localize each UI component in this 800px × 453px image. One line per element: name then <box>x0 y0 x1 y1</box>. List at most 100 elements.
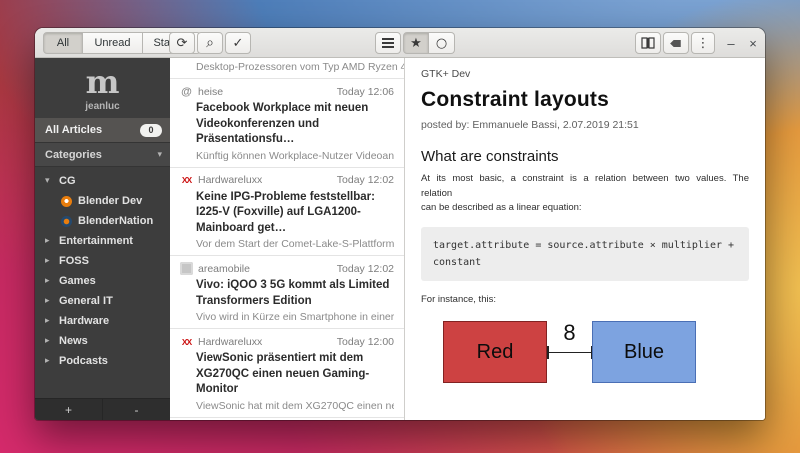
category-label: Hardware <box>59 315 110 327</box>
sidebar-item-podcasts[interactable]: Podcasts <box>35 351 170 371</box>
spacing-value: 8 <box>563 320 576 346</box>
article-page-title: Constraint layouts <box>421 88 609 111</box>
tag-button[interactable] <box>663 32 689 54</box>
sidebar-item-blender-dev[interactable]: Blender Dev <box>35 191 170 211</box>
minimize-button[interactable]: – <box>721 32 741 54</box>
filter-all-button[interactable]: All <box>43 32 83 54</box>
book-icon <box>641 37 655 49</box>
list-item[interactable]: XX Hardwareluxx Today 12:00 ViewSonic pr… <box>170 329 404 418</box>
sidebar-item-general-it[interactable]: General IT <box>35 291 170 311</box>
list-item-partial-top[interactable]: Desktop-Prozessoren vom Typ AMD Ryzen 40… <box>170 58 404 79</box>
sidebar: m jeanluc All Articles 0 Categories CG B… <box>35 58 170 420</box>
all-articles-label: All Articles <box>45 124 103 136</box>
hardwareluxx-feed-icon: XX <box>181 175 192 186</box>
spacing-dimension: 8 <box>547 320 592 383</box>
article-state-group: ★ ○ <box>403 32 455 54</box>
feed-name: areamobile <box>198 262 250 275</box>
service-logo: m <box>85 63 120 101</box>
reading-pane: GTK+ Dev Constraint layouts posted by: E… <box>405 58 765 420</box>
menu-lines-icon <box>382 38 394 48</box>
blender-feed-icon <box>61 195 72 207</box>
paragraph-line: can be described as a linear equation: <box>421 202 582 214</box>
section-heading: What are constraints <box>421 148 559 165</box>
close-button[interactable]: × <box>743 32 763 54</box>
list-item[interactable]: @ heise Today 12:06 Facebook Workplace m… <box>170 79 404 168</box>
check-icon: ✓ <box>232 35 244 51</box>
sidebar-item-hardware[interactable]: Hardware <box>35 311 170 331</box>
list-menu-button[interactable] <box>375 32 401 54</box>
sidebar-item-foss[interactable]: FOSS <box>35 251 170 271</box>
star-toggle-button[interactable]: ★ <box>403 32 429 54</box>
search-icon: ⌕ <box>206 35 214 51</box>
article-summary: ViewSonic hat mit dem XG270QC einen neue… <box>196 399 394 412</box>
sidebar-item-entertainment[interactable]: Entertainment <box>35 231 170 251</box>
chevron-down-icon <box>45 176 53 186</box>
sidebar-item-games[interactable]: Games <box>35 271 170 291</box>
add-feed-button[interactable]: + <box>35 399 103 420</box>
sidebar-item-cg[interactable]: CG <box>35 171 170 191</box>
feed-label: BlenderNation <box>78 215 154 227</box>
chevron-right-icon <box>45 336 53 346</box>
close-icon: × <box>749 35 757 51</box>
list-item[interactable]: XX Hardwareluxx Today 12:02 Keine IPG-Pr… <box>170 168 404 257</box>
dimension-cap-left <box>547 346 549 360</box>
code-block: target.attribute = source.attribute × mu… <box>421 227 749 282</box>
chevron-down-icon <box>157 150 162 160</box>
mark-read-button[interactable]: ✓ <box>225 32 251 54</box>
sidebar-item-blendernation[interactable]: BlenderNation <box>35 211 170 231</box>
account-name: jeanluc <box>85 101 120 112</box>
menu-button[interactable]: ⋮ <box>691 32 715 54</box>
search-button[interactable]: ⌕ <box>197 32 223 54</box>
hardwareluxx-feed-icon: XX <box>181 336 192 347</box>
unread-count-badge: 0 <box>140 123 162 137</box>
sidebar-item-all-articles[interactable]: All Articles 0 <box>35 118 170 142</box>
article-list: Desktop-Prozessoren vom Typ AMD Ryzen 40… <box>170 58 405 420</box>
list-item[interactable]: Golem.de Today 12:00 Maneater im Test: B… <box>170 418 404 420</box>
filter-unread-button[interactable]: Unread <box>83 32 143 54</box>
category-label: General IT <box>59 295 113 307</box>
timestamp: Today 12:00 <box>336 335 394 348</box>
paragraph-line: relation <box>421 187 453 199</box>
circle-icon: ○ <box>435 35 448 51</box>
timestamp: Today 12:02 <box>336 262 394 275</box>
category-label: FOSS <box>59 255 89 267</box>
feed-tree: CG Blender Dev BlenderNation Entertainme… <box>35 167 170 371</box>
blue-box: Blue <box>592 321 696 384</box>
article-paragraph: For instance, this: <box>421 294 496 306</box>
sidebar-item-news[interactable]: News <box>35 331 170 351</box>
areamobile-feed-icon <box>180 262 193 276</box>
chevron-right-icon <box>45 276 53 286</box>
more-vertical-icon: ⋮ <box>696 35 710 51</box>
article-paragraph: At its most basic, a constraint is a rel… <box>421 172 749 216</box>
category-label: CG <box>59 175 76 187</box>
reader-mode-button[interactable] <box>635 32 661 54</box>
article-summary: Vor dem Start der Comet-Lake-S-Plattform… <box>196 238 394 251</box>
article-title: ViewSonic präsentiert mit dem XG270QC ei… <box>196 352 370 396</box>
star-icon: ★ <box>410 35 422 51</box>
constraint-diagram: Red 8 Blue <box>443 320 749 384</box>
article-summary: Vivo wird in Kürze ein Smartphone in ein… <box>196 311 394 324</box>
unread-toggle-button[interactable]: ○ <box>429 32 455 54</box>
refresh-icon: ⟳ <box>176 35 188 51</box>
article-byline: posted by: Emmanuele Bassi, 2.07.2019 21… <box>421 119 639 131</box>
list-item[interactable]: areamobile Today 12:02 Vivo: iQOO 3 5G k… <box>170 256 404 330</box>
category-label: Entertainment <box>59 235 133 247</box>
article-feed-label: GTK+ Dev <box>421 68 471 80</box>
timestamp: Today 12:06 <box>336 85 394 98</box>
article-summary: Künftig können Workplace-Nutzer Videoanr… <box>196 149 394 162</box>
headerbar: All Unread Starred ⟳ ⌕ ✓ ★ ○ <box>35 28 765 58</box>
account-block: m jeanluc <box>35 58 170 118</box>
category-label: Games <box>59 275 96 287</box>
article-title: Keine IPG-Probleme feststellbar: I225-V … <box>196 190 375 234</box>
remove-feed-button[interactable]: - <box>103 399 170 420</box>
category-label: News <box>59 335 88 347</box>
refresh-button[interactable]: ⟳ <box>169 32 195 54</box>
paragraph-line: At its most basic, a constraint is a rel… <box>421 173 749 184</box>
red-box: Red <box>443 321 547 384</box>
feed-label: Blender Dev <box>78 195 143 207</box>
sidebar-footer: + - <box>35 398 170 420</box>
chevron-right-icon <box>45 356 53 366</box>
heise-feed-icon: @ <box>181 85 192 98</box>
article-title: Vivo: iQOO 3 5G kommt als Limited Transf… <box>196 279 390 307</box>
categories-header[interactable]: Categories <box>35 142 170 167</box>
